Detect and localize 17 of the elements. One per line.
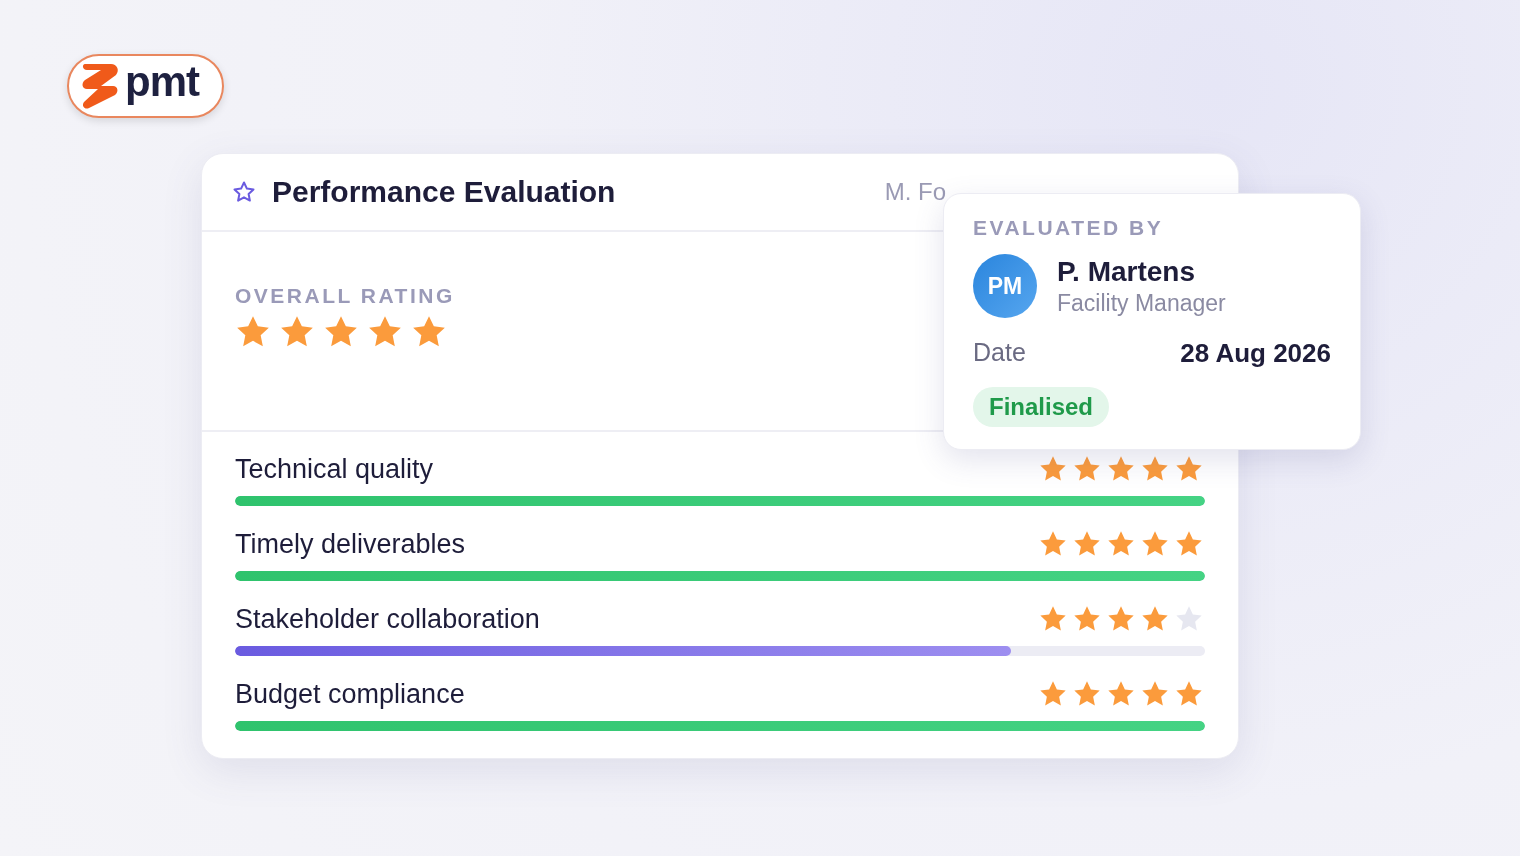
evaluated-by-label: EVALUATED BY xyxy=(973,216,1164,240)
evaluator-name: P. Martens xyxy=(1057,255,1196,288)
card-title: Performance Evaluation xyxy=(272,175,616,209)
evaluatee-meta: M. Fo xyxy=(884,178,946,206)
status-badge: Finalised xyxy=(973,387,1110,427)
criterion-name: Technical quality xyxy=(235,453,434,485)
criterion-name: Budget compliance xyxy=(235,678,465,710)
logo-icon xyxy=(81,62,121,110)
evaluator-role: Facility Manager xyxy=(1057,289,1226,317)
date-label: Date xyxy=(973,338,1026,368)
overall-rating-label: OVERALL RATING xyxy=(235,284,455,308)
star-icon xyxy=(232,180,256,204)
criterion-name: Stakeholder collaboration xyxy=(235,603,540,635)
avatar: PM xyxy=(973,254,1037,318)
date-value: 28 Aug 2026 xyxy=(1180,338,1331,369)
criterion-name: Timely deliverables xyxy=(235,528,466,560)
logo-text: pmt xyxy=(125,61,199,103)
